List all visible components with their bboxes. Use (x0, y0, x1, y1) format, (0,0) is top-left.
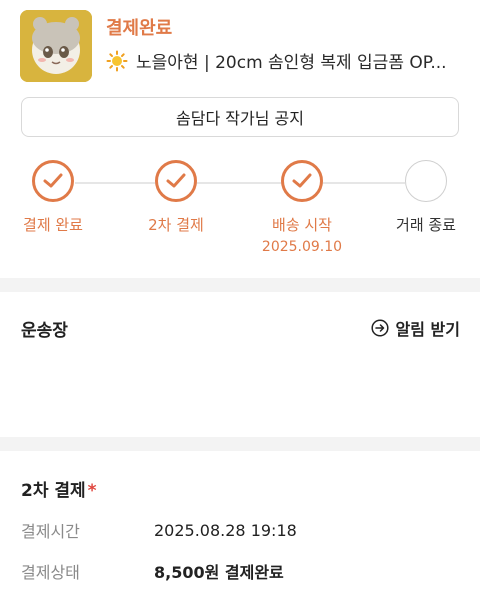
author-notice-button[interactable]: 솜담다 작가님 공지 (21, 97, 459, 137)
section-divider (0, 437, 480, 451)
second-payment-title-text: 2차 결제 (21, 481, 86, 501)
order-status: 결제완료 (106, 18, 173, 39)
step-label: 배송 시작 (272, 216, 332, 234)
payment-time-value: 2025.08.28 19:18 (154, 520, 297, 540)
step-label: 거래 종료 (396, 216, 456, 234)
step-label: 결제 완료 (23, 216, 83, 234)
get-alert-button[interactable]: 알림 받기 (370, 316, 460, 340)
step-transaction-closed: 거래 종료 (371, 160, 480, 235)
step-second-payment: 2차 결제 (121, 160, 231, 235)
tracking-section: 운송장 알림 받기 (0, 292, 480, 437)
second-payment-title: 2차 결제 * (21, 476, 97, 501)
product-title: 노을아현 | 20cm 솜인형 복제 입금폼 OP... (136, 53, 447, 73)
payment-status-label: 결제상태 (21, 563, 80, 582)
step-payment-complete: 결제 완료 (0, 160, 108, 235)
payment-time-row: 결제시간 2025.08.28 19:18 (21, 518, 297, 542)
required-mark: * (87, 481, 97, 501)
payment-status-row: 결제상태 8,500원 결제완료 (21, 559, 284, 583)
empty-circle-icon (405, 160, 447, 202)
tracking-title: 운송장 (21, 321, 68, 341)
get-alert-label: 알림 받기 (395, 320, 460, 339)
step-label: 2차 결제 (148, 216, 204, 234)
arrow-circle-right-icon (370, 319, 389, 337)
step-shipping-started: 배송 시작 2025.09.10 (247, 160, 357, 255)
payment-time-label: 결제시간 (21, 522, 80, 541)
check-circle-icon (32, 160, 74, 202)
payment-status-value: 8,500원 결제완료 (154, 563, 284, 582)
product-thumbnail[interactable] (20, 10, 92, 82)
order-header: 결제완료 노을아현 | 20cm 솜인형 복제 입금폼 OP... (20, 10, 465, 85)
sun-icon (106, 50, 128, 72)
step-date: 2025.09.10 (261, 239, 343, 255)
author-notice-label: 솜담다 작가님 공지 (176, 109, 304, 128)
check-circle-icon (155, 160, 197, 202)
order-progress: 결제 완료 2차 결제 배송 시작 2025.09.10 거래 종료 (0, 160, 480, 260)
product-title-row[interactable]: 노을아현 | 20cm 솜인형 복제 입금폼 OP... (106, 48, 471, 73)
section-divider (0, 278, 480, 292)
second-payment-section: 2차 결제 * 결제시간 2025.08.28 19:18 결제상태 8,500원… (0, 452, 480, 591)
check-circle-icon (281, 160, 323, 202)
